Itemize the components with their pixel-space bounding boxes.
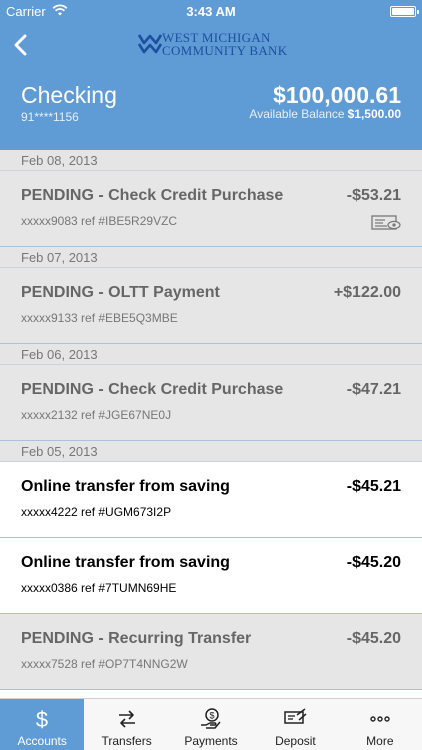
transaction-row[interactable]: PENDING - OLTT Payment xxxxx9133 ref #EB… — [0, 268, 422, 344]
transaction-reference: xxxxx9133 ref #EBE5Q3MBE — [21, 311, 178, 325]
transaction-row[interactable]: PENDING - Recurring Transfer xxxxx7528 r… — [0, 614, 422, 690]
tab-transfers[interactable]: Transfers — [84, 699, 168, 750]
account-number: 91****1156 — [21, 110, 79, 124]
transaction-row[interactable]: Online transfer from saving xxxxx4222 re… — [0, 462, 422, 538]
date-header: Feb 06, 2013 — [0, 344, 422, 365]
transaction-reference: xxxxx7528 ref #OP7T4NNG2W — [21, 657, 188, 671]
transaction-amount: -$45.21 — [346, 478, 401, 495]
transaction-description: PENDING - Check Credit Purchase — [21, 187, 284, 204]
account-balance: $100,000.61 — [273, 82, 401, 108]
hand-coin-icon: $ — [201, 708, 221, 729]
tab-label: Payments — [184, 734, 238, 748]
account-summary: Checking 91****1156 $100,000.61 Availabl… — [0, 68, 422, 150]
tab-label: More — [366, 734, 394, 748]
transaction-reference: xxxxx9083 ref #IBE5R29VZC — [21, 214, 178, 228]
transaction-reference: xxxxx2132 ref #JGE67NE0J — [21, 408, 172, 422]
tab-label: Deposit — [275, 734, 316, 748]
transaction-description: PENDING - Recurring Transfer — [21, 630, 252, 647]
date-header: Feb 07, 2013 — [0, 247, 422, 268]
transaction-reference: xxxxx4222 ref #UGM673I2P — [21, 505, 172, 519]
transaction-amount: -$53.21 — [346, 187, 401, 204]
ellipsis-icon — [370, 716, 390, 722]
logo-text-line2: COMMUNITY BANK — [162, 43, 288, 58]
battery-icon — [390, 6, 419, 17]
svg-text:$: $ — [210, 711, 215, 721]
transaction-amount: -$45.20 — [346, 554, 401, 571]
tab-accounts[interactable]: $ Accounts — [0, 699, 85, 750]
transaction-description: PENDING - Check Credit Purchase — [21, 381, 284, 398]
svg-text:$: $ — [36, 707, 48, 731]
transaction-amount: +$122.00 — [333, 284, 401, 301]
transaction-amount: -$45.20 — [346, 630, 401, 647]
transaction-row[interactable]: PENDING - Check Credit Purchase xxxxx908… — [0, 171, 422, 247]
transfer-arrows-icon — [118, 710, 135, 728]
status-bar: Carrier 3:43 AM — [0, 0, 422, 22]
transaction-description: Online transfer from saving — [21, 554, 230, 571]
date-header: Feb 08, 2013 — [0, 150, 422, 171]
back-button[interactable] — [8, 28, 38, 62]
available-balance-label: Available Balance — [249, 107, 345, 121]
bank-logo: WEST MICHIGAN COMMUNITY BANK — [138, 30, 288, 60]
transaction-row[interactable]: PENDING - Check Credit Purchase xxxxx213… — [0, 365, 422, 441]
tab-deposit[interactable]: Deposit — [253, 699, 337, 750]
tab-label: Accounts — [17, 734, 67, 748]
transaction-reference: xxxxx0386 ref #7TUMN69HE — [21, 581, 177, 595]
check-deposit-icon — [284, 708, 307, 724]
chevron-left-icon — [14, 34, 27, 56]
transaction-description: Online transfer from saving — [21, 478, 230, 495]
tab-payments[interactable]: $ Payments — [169, 699, 253, 750]
transaction-row[interactable]: Online transfer from saving xxxxx0386 re… — [0, 538, 422, 614]
account-name: Checking — [21, 82, 117, 108]
transaction-amount: -$47.21 — [346, 381, 401, 398]
clock-time: 3:43 AM — [186, 4, 236, 19]
nav-bar: WEST MICHIGAN COMMUNITY BANK — [0, 22, 422, 68]
transaction-description: PENDING - OLTT Payment — [21, 284, 220, 301]
dollar-icon: $ — [36, 707, 48, 731]
transaction-list[interactable]: Feb 08, 2013 PENDING - Check Credit Purc… — [0, 150, 422, 698]
tab-bar: $ Accounts Transfers $ Payments Deposit — [0, 698, 422, 750]
date-header: Feb 05, 2013 — [0, 441, 422, 462]
bank-logo-mark — [138, 34, 162, 54]
available-balance: Available Balance $1,500.00 — [249, 107, 401, 121]
tab-label: Transfers — [101, 734, 152, 748]
tab-more[interactable]: More — [338, 699, 422, 750]
check-image-icon[interactable] — [371, 215, 401, 231]
available-balance-value: $1,500.00 — [347, 107, 401, 121]
